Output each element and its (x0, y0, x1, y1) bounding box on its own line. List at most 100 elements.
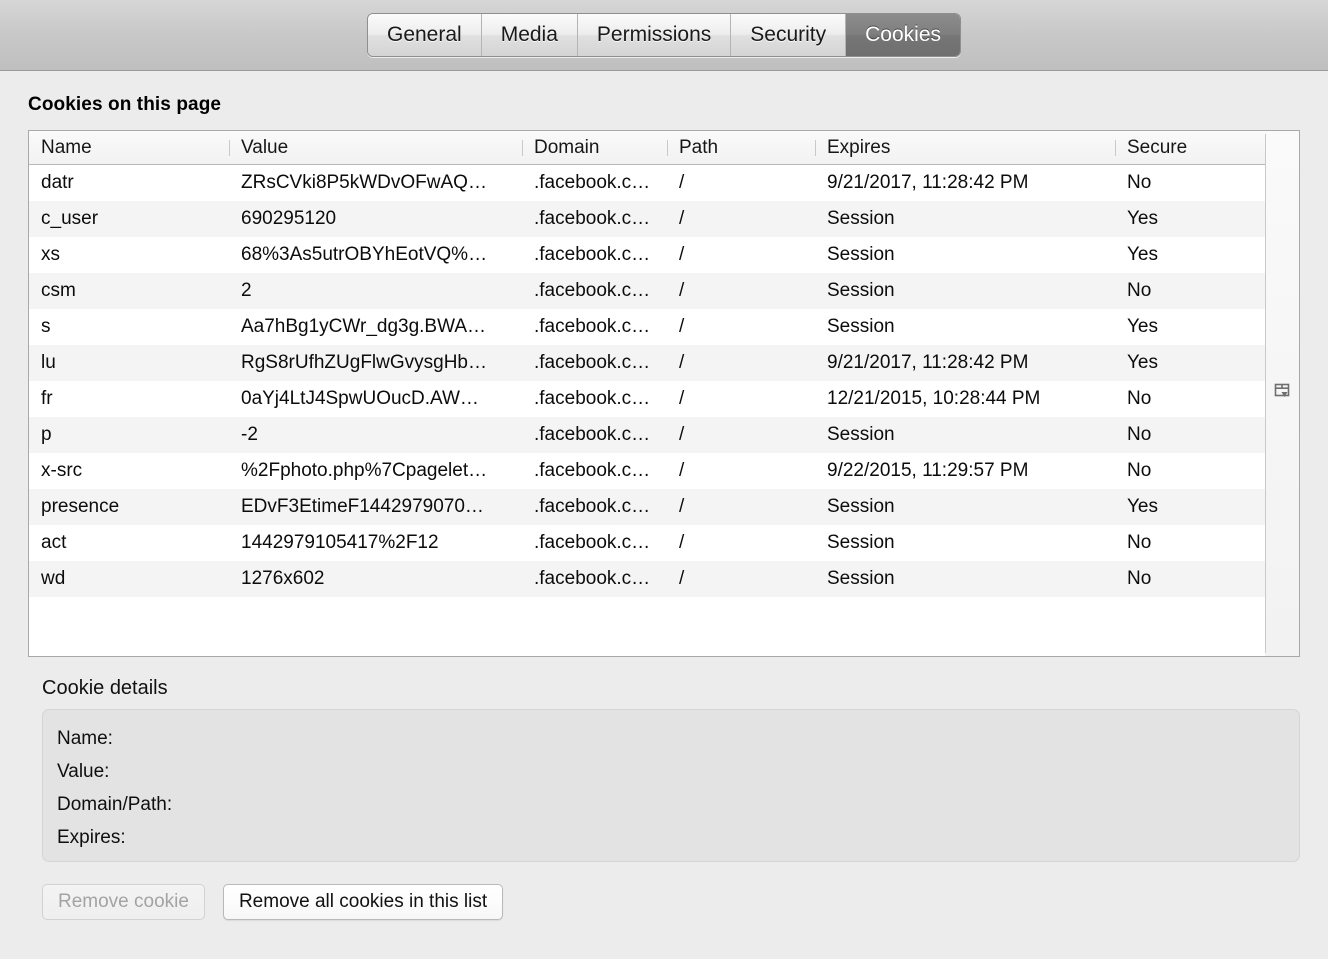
cell-value: %2Fphoto.php%7Cpagelet… (229, 460, 522, 482)
table-body: datrZRsCVki8P5kWDvOFwAQ….facebook.c…/9/2… (29, 165, 1299, 597)
cell-value: 1442979105417%2F12 (229, 532, 522, 554)
cell-path: / (667, 532, 815, 554)
table-row[interactable]: wd1276x602.facebook.c…/SessionNo (29, 561, 1299, 597)
column-header-expires[interactable]: Expires (815, 137, 1115, 159)
cell-expires: 9/21/2017, 11:28:42 PM (815, 352, 1115, 374)
column-header-domain[interactable]: Domain (522, 137, 667, 159)
cookies-table: NameValueDomainPathExpiresSecure datrZRs… (28, 130, 1300, 657)
cell-name: wd (29, 568, 229, 590)
table-row[interactable]: xs68%3As5utrOBYhEotVQ%….facebook.c…/Sess… (29, 237, 1299, 273)
tab-cookies[interactable]: Cookies (846, 14, 960, 56)
cell-secure: Yes (1115, 208, 1275, 230)
table-row[interactable]: p-2.facebook.c…/SessionNo (29, 417, 1299, 453)
column-header-path[interactable]: Path (667, 137, 815, 159)
cell-name: p (29, 424, 229, 446)
cell-secure: No (1115, 280, 1275, 302)
table-row[interactable]: luRgS8rUfhZUgFlwGvysgHb….facebook.c…/9/2… (29, 345, 1299, 381)
cell-path: / (667, 460, 815, 482)
tab-permissions[interactable]: Permissions (578, 14, 731, 56)
cell-expires: Session (815, 532, 1115, 554)
cell-secure: No (1115, 388, 1275, 410)
cell-value: 690295120 (229, 208, 522, 230)
cell-path: / (667, 568, 815, 590)
cell-expires: 9/22/2015, 11:29:57 PM (815, 460, 1115, 482)
column-header-name[interactable]: Name (29, 137, 229, 159)
cell-name: fr (29, 388, 229, 410)
cell-expires: Session (815, 316, 1115, 338)
cell-domain: .facebook.c… (522, 280, 667, 302)
cell-path: / (667, 352, 815, 374)
column-header-value[interactable]: Value (229, 137, 522, 159)
tab-general[interactable]: General (368, 14, 482, 56)
cell-path: / (667, 208, 815, 230)
cell-secure: Yes (1115, 316, 1275, 338)
table-row[interactable]: c_user690295120.facebook.c…/SessionYes (29, 201, 1299, 237)
cell-domain: .facebook.c… (522, 532, 667, 554)
button-bar: Remove cookie Remove all cookies in this… (42, 884, 1300, 920)
cell-value: 1276x602 (229, 568, 522, 590)
table-row[interactable]: fr0aYj4LtJ4SpwUOucD.AW….facebook.c…/12/2… (29, 381, 1299, 417)
table-row[interactable]: x-src%2Fphoto.php%7Cpagelet….facebook.c…… (29, 453, 1299, 489)
cell-domain: .facebook.c… (522, 244, 667, 266)
cell-value: 68%3As5utrOBYhEotVQ%… (229, 244, 522, 266)
cell-name: presence (29, 496, 229, 518)
table-row[interactable]: act1442979105417%2F12.facebook.c…/Sessio… (29, 525, 1299, 561)
cell-secure: No (1115, 460, 1275, 482)
tab-toolbar: GeneralMediaPermissionsSecurityCookies (0, 0, 1328, 71)
cell-value: -2 (229, 424, 522, 446)
cell-value: 0aYj4LtJ4SpwUOucD.AW… (229, 388, 522, 410)
cell-domain: .facebook.c… (522, 208, 667, 230)
table-row[interactable]: presenceEDvF3EtimeF1442979070….facebook.… (29, 489, 1299, 525)
column-header-secure[interactable]: Secure (1115, 137, 1275, 159)
cell-path: / (667, 388, 815, 410)
cell-path: / (667, 424, 815, 446)
cell-secure: No (1115, 568, 1275, 590)
cell-secure: No (1115, 172, 1275, 194)
cell-expires: 12/21/2015, 10:28:44 PM (815, 388, 1115, 410)
detail-name: Name: (57, 722, 1299, 755)
cell-path: / (667, 172, 815, 194)
remove-all-cookies-button[interactable]: Remove all cookies in this list (223, 884, 503, 920)
cell-expires: Session (815, 208, 1115, 230)
cell-secure: Yes (1115, 352, 1275, 374)
cell-domain: .facebook.c… (522, 496, 667, 518)
table-header-row: NameValueDomainPathExpiresSecure (29, 131, 1299, 165)
cell-path: / (667, 280, 815, 302)
cell-domain: .facebook.c… (522, 460, 667, 482)
table-row[interactable]: csm2.facebook.c…/SessionNo (29, 273, 1299, 309)
cell-expires: Session (815, 496, 1115, 518)
cell-domain: .facebook.c… (522, 316, 667, 338)
detail-expires: Expires: (57, 821, 1299, 854)
cell-value: EDvF3EtimeF1442979070… (229, 496, 522, 518)
cell-domain: .facebook.c… (522, 172, 667, 194)
cell-name: csm (29, 280, 229, 302)
detail-domainpath: Domain/Path: (57, 788, 1299, 821)
cell-secure: Yes (1115, 244, 1275, 266)
table-row[interactable]: sAa7hBg1yCWr_dg3g.BWA….facebook.c…/Sessi… (29, 309, 1299, 345)
cell-name: c_user (29, 208, 229, 230)
cookie-details-heading: Cookie details (42, 677, 1300, 700)
cell-value: ZRsCVki8P5kWDvOFwAQ… (229, 172, 522, 194)
remove-cookie-button[interactable]: Remove cookie (42, 884, 205, 920)
cell-value: Aa7hBg1yCWr_dg3g.BWA… (229, 316, 522, 338)
cell-domain: .facebook.c… (522, 388, 667, 410)
cell-value: RgS8rUfhZUgFlwGvysgHb… (229, 352, 522, 374)
cell-secure: No (1115, 532, 1275, 554)
tab-media[interactable]: Media (482, 14, 578, 56)
cell-expires: Session (815, 280, 1115, 302)
cookie-details-panel: Name:Value:Domain/Path:Expires: (42, 709, 1300, 862)
cell-path: / (667, 316, 815, 338)
table-row[interactable]: datrZRsCVki8P5kWDvOFwAQ….facebook.c…/9/2… (29, 165, 1299, 201)
column-picker-button[interactable] (1265, 131, 1299, 656)
cell-path: / (667, 244, 815, 266)
cell-name: x-src (29, 460, 229, 482)
tab-security[interactable]: Security (731, 14, 846, 56)
cell-name: xs (29, 244, 229, 266)
cell-name: s (29, 316, 229, 338)
cell-secure: Yes (1115, 496, 1275, 518)
cell-name: datr (29, 172, 229, 194)
cell-expires: 9/21/2017, 11:28:42 PM (815, 172, 1115, 194)
cell-domain: .facebook.c… (522, 424, 667, 446)
cell-expires: Session (815, 424, 1115, 446)
tab-segmented-control[interactable]: GeneralMediaPermissionsSecurityCookies (367, 13, 961, 57)
